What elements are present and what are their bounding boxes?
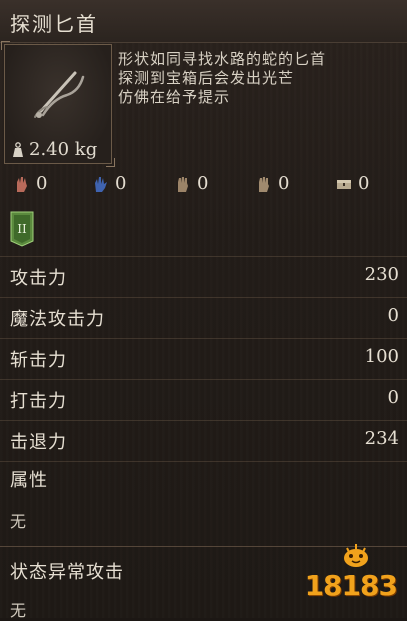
mascot-logo-icon: [344, 544, 368, 567]
item-image-frame: 2.40 kg: [1, 41, 115, 167]
blue-hand-icon: [95, 176, 107, 192]
requirement-row: 0 0 0 0 0: [0, 168, 407, 202]
svg-text:II: II: [17, 222, 27, 236]
requirement-value: 0: [358, 173, 370, 194]
requirement-item: 0: [175, 173, 208, 194]
watermark: 18183: [301, 542, 401, 602]
weight-value: 2.40 kg: [29, 139, 98, 160]
stat-label: 魔法攻击力: [10, 309, 105, 330]
divider: [0, 461, 407, 462]
requirement-item: 0: [93, 173, 126, 194]
stat-value: 0: [387, 387, 399, 408]
attribute-label: 属性: [10, 470, 48, 491]
stat-value: 234: [364, 428, 399, 449]
stat-row-magic-attack: 魔法攻击力 0: [0, 298, 407, 338]
requirement-value: 0: [278, 173, 290, 194]
stat-row-attack: 攻击力 230: [0, 257, 407, 297]
stat-row-knockback: 击退力 234: [0, 421, 407, 461]
stat-label: 攻击力: [10, 268, 67, 289]
brown-hand-icon: [178, 176, 188, 192]
description-line: 探测到宝箱后会发出光芒: [118, 69, 295, 87]
status-attack-label: 状态异常攻击: [10, 562, 124, 583]
chest-icon: [337, 179, 351, 189]
tan-hand-icon: [259, 176, 269, 192]
stat-label: 打击力: [10, 391, 67, 412]
stat-label: 击退力: [10, 432, 67, 453]
green-rank-badge-icon: II: [10, 211, 34, 247]
item-name: 探测匕首: [10, 12, 98, 36]
item-description: 形状如同寻找水路的蛇的匕首 探测到宝箱后会发出光芒 仿佛在给予提示: [118, 50, 403, 107]
stat-value: 100: [364, 346, 399, 367]
requirement-item: 0: [14, 173, 47, 194]
stat-value: 0: [387, 305, 399, 326]
dagger-icon: [34, 71, 85, 118]
title-bar: 探测匕首: [0, 0, 407, 43]
item-tooltip-panel: 探测匕首 2.40 kg 形状如同寻找水路的蛇的匕首 探测到宝箱后会发出光芒 仿…: [0, 0, 407, 620]
description-line: 仿佛在给予提示: [118, 88, 231, 106]
attribute-value: 无: [10, 512, 27, 531]
requirement-value: 0: [36, 173, 48, 194]
red-hand-icon: [17, 176, 27, 192]
watermark-text: 18183: [304, 569, 398, 602]
weight-display: 2.40 kg: [11, 139, 97, 160]
stat-row-slash: 斩击力 100: [0, 339, 407, 379]
weight-icon: [13, 141, 23, 157]
stat-row-strike: 打击力 0: [0, 380, 407, 420]
status-attack-value: 无: [10, 601, 27, 620]
stat-value: 230: [364, 264, 399, 285]
description-line: 形状如同寻找水路的蛇的匕首: [118, 50, 327, 68]
requirement-item: 0: [336, 173, 369, 194]
stat-label: 斩击力: [10, 350, 67, 371]
requirement-item: 0: [256, 173, 289, 194]
requirement-value: 0: [197, 173, 209, 194]
requirement-value: 0: [115, 173, 127, 194]
